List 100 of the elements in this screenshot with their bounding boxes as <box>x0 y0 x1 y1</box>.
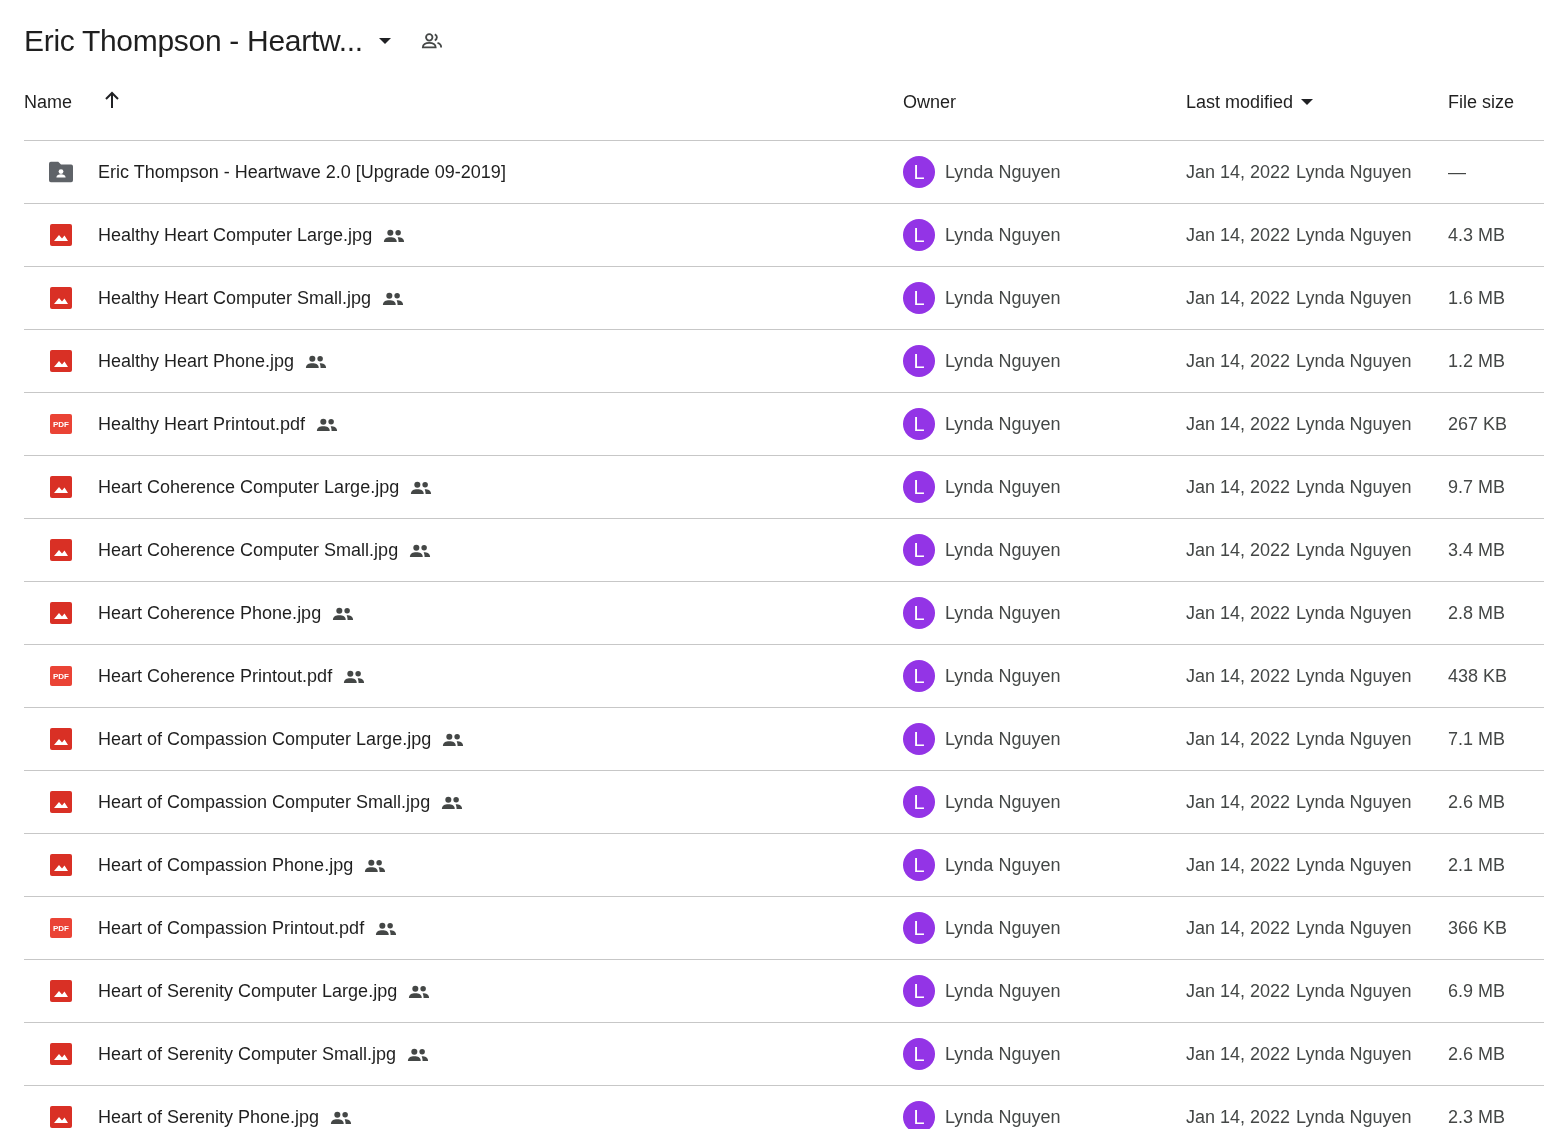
folder-title: Eric Thompson - Heartw... <box>24 24 363 58</box>
owner-avatar: L <box>903 1038 935 1070</box>
file-size: 6.9 MB <box>1448 980 1507 1002</box>
image-file-icon <box>49 791 73 813</box>
owner-column-header[interactable]: Owner <box>903 91 1186 113</box>
caret-icon[interactable] <box>378 38 391 44</box>
file-row[interactable]: Heart Coherence Computer Small.jpg L Lynda Nguyen Jan 14, 2022 Lynda Nguyen 3.4 MB <box>24 519 1544 582</box>
image-file-icon <box>49 602 73 624</box>
image-file-icon <box>49 224 73 246</box>
owner-avatar: L <box>903 786 935 818</box>
file-name[interactable]: Heart of Serenity Phone.jpg <box>98 1106 320 1128</box>
file-size: 9.7 MB <box>1448 476 1507 498</box>
modifier-name: Lynda Nguyen <box>1296 1106 1412 1128</box>
modified-date: Jan 14, 2022 <box>1186 1043 1291 1065</box>
file-name[interactable]: Heart Coherence Printout.pdf <box>98 665 333 687</box>
owner-name: Lynda Nguyen <box>945 413 1061 435</box>
file-size: 438 KB <box>1448 665 1509 687</box>
file-row[interactable]: Healthy Heart Computer Small.jpg L Lynda Nguyen Jan 14, 2022 Lynda Nguyen 1.6 MB <box>24 267 1544 330</box>
file-row[interactable]: Heart Coherence Computer Large.jpg L Lynda Nguyen Jan 14, 2022 Lynda Nguyen 9.7 MB <box>24 456 1544 519</box>
modified-date: Jan 14, 2022 <box>1186 791 1291 813</box>
modified-date: Jan 14, 2022 <box>1186 413 1291 435</box>
file-name[interactable]: Heart of Compassion Computer Large.jpg <box>98 728 432 750</box>
owner-name: Lynda Nguyen <box>945 224 1061 246</box>
owner-avatar: L <box>903 975 935 1007</box>
file-name[interactable]: Healthy Heart Computer Large.jpg <box>98 224 373 246</box>
modified-date: Jan 14, 2022 <box>1186 665 1291 687</box>
file-name[interactable]: Heart of Serenity Computer Large.jpg <box>98 980 398 1002</box>
file-name[interactable]: Heart Coherence Phone.jpg <box>98 602 322 624</box>
file-row[interactable]: Heart of Compassion Computer Large.jpg L Lynda Nguyen Jan 14, 2022 Lynda Nguyen 7.1 MB <box>24 708 1544 771</box>
owner-name: Lynda Nguyen <box>945 791 1061 813</box>
owner-avatar: L <box>903 345 935 377</box>
file-row[interactable]: Healthy Heart Phone.jpg L Lynda Nguyen Jan 14, 2022 Lynda Nguyen 1.2 MB <box>24 330 1544 393</box>
owner-avatar: L <box>903 156 935 188</box>
file-name[interactable]: Heart of Compassion Computer Small.jpg <box>98 791 431 813</box>
file-size: 3.4 MB <box>1448 539 1507 561</box>
file-row[interactable]: Heart of Serenity Phone.jpg L Lynda Nguyen Jan 14, 2022 Lynda Nguyen 2.3 MB <box>24 1086 1544 1129</box>
file-size: 2.1 MB <box>1448 854 1507 876</box>
owner-name: Lynda Nguyen <box>945 854 1061 876</box>
owner-name: Lynda Nguyen <box>945 539 1061 561</box>
owner-name: Lynda Nguyen <box>945 980 1061 1002</box>
owner-avatar: L <box>903 849 935 881</box>
file-row[interactable]: PDF Healthy Heart Printout.pdf L Lynda Nguyen Jan 14, 2022 Lynda Nguyen 267 KB <box>24 393 1544 456</box>
modified-date: Jan 14, 2022 <box>1186 980 1291 1002</box>
owner-avatar: L <box>903 282 935 314</box>
file-size: 2.6 MB <box>1448 791 1507 813</box>
file-name[interactable]: Healthy Heart Computer Small.jpg <box>98 287 372 309</box>
modified-date: Jan 14, 2022 <box>1186 728 1291 750</box>
file-row[interactable]: Heart of Serenity Computer Large.jpg L Lynda Nguyen Jan 14, 2022 Lynda Nguyen 6.9 MB <box>24 960 1544 1023</box>
image-file-icon <box>49 476 73 498</box>
owner-avatar: L <box>903 471 935 503</box>
modified-date: Jan 14, 2022 <box>1186 287 1291 309</box>
file-name[interactable]: Heart Coherence Computer Small.jpg <box>98 539 399 561</box>
modifier-name: Lynda Nguyen <box>1296 350 1412 372</box>
file-row[interactable]: Heart of Serenity Computer Small.jpg L Lynda Nguyen Jan 14, 2022 Lynda Nguyen 2.6 MB <box>24 1023 1544 1086</box>
owner-name: Lynda Nguyen <box>945 1043 1061 1065</box>
last-modified-column-header[interactable]: Last modified <box>1186 91 1294 113</box>
owner-avatar: L <box>903 408 935 440</box>
file-name[interactable]: Healthy Heart Phone.jpg <box>98 350 295 372</box>
owner-name: Lynda Nguyen <box>945 665 1061 687</box>
file-size: 1.2 MB <box>1448 350 1507 372</box>
file-row[interactable]: PDF Heart of Compassion Printout.pdf L Lynda Nguyen Jan 14, 2022 Lynda Nguyen 366 KB <box>24 897 1544 960</box>
modifier-name: Lynda Nguyen <box>1296 917 1412 939</box>
modified-date: Jan 14, 2022 <box>1186 224 1291 246</box>
modified-date: Jan 14, 2022 <box>1186 539 1291 561</box>
file-row[interactable]: PDF Heart Coherence Printout.pdf L Lynda Nguyen Jan 14, 2022 Lynda Nguyen 438 KB <box>24 645 1544 708</box>
caret-icon[interactable] <box>1301 99 1314 105</box>
pdf-file-icon: PDF <box>50 666 72 686</box>
owner-avatar: L <box>903 597 935 629</box>
file-name[interactable]: Healthy Heart Printout.pdf <box>98 413 306 435</box>
file-size: 267 KB <box>1448 413 1509 435</box>
file-size-column-header[interactable]: File size <box>1448 91 1544 113</box>
file-name[interactable]: Heart of Compassion Printout.pdf <box>98 917 365 939</box>
owner-avatar: L <box>903 660 935 692</box>
file-name[interactable]: Heart Coherence Computer Large.jpg <box>98 476 400 498</box>
owner-name: Lynda Nguyen <box>945 602 1061 624</box>
file-name[interactable]: Eric Thompson - Heartwave 2.0 [Upgrade 09-2019] <box>98 161 506 183</box>
file-row[interactable]: Eric Thompson - Heartwave 2.0 [Upgrade 09-2019] L Lynda Nguyen Jan 14, 2022 Lynda Nguyen — <box>24 141 1544 204</box>
modifier-name: Lynda Nguyen <box>1296 980 1412 1002</box>
modifier-name: Lynda Nguyen <box>1296 665 1412 687</box>
file-size: 2.6 MB <box>1448 1043 1507 1065</box>
owner-name: Lynda Nguyen <box>945 161 1061 183</box>
owner-avatar: L <box>903 534 935 566</box>
sort-up-arrow-icon[interactable] <box>104 91 120 109</box>
file-name[interactable]: Heart of Compassion Phone.jpg <box>98 854 354 876</box>
file-name[interactable]: Heart of Serenity Computer Small.jpg <box>98 1043 397 1065</box>
owner-name: Lynda Nguyen <box>945 476 1061 498</box>
file-row[interactable]: Heart of Compassion Phone.jpg L Lynda Nguyen Jan 14, 2022 Lynda Nguyen 2.1 MB <box>24 834 1544 897</box>
file-row[interactable]: Healthy Heart Computer Large.jpg L Lynda Nguyen Jan 14, 2022 Lynda Nguyen 4.3 MB <box>24 204 1544 267</box>
file-size: 7.1 MB <box>1448 728 1507 750</box>
modified-date: Jan 14, 2022 <box>1186 476 1291 498</box>
file-size: 2.3 MB <box>1448 1106 1507 1128</box>
modifier-name: Lynda Nguyen <box>1296 539 1412 561</box>
owner-name: Lynda Nguyen <box>945 917 1061 939</box>
owner-name: Lynda Nguyen <box>945 1106 1061 1128</box>
modifier-name: Lynda Nguyen <box>1296 224 1412 246</box>
file-row[interactable]: Heart Coherence Phone.jpg L Lynda Nguyen Jan 14, 2022 Lynda Nguyen 2.8 MB <box>24 582 1544 645</box>
name-column-header[interactable]: Name <box>24 91 72 113</box>
file-row[interactable]: Heart of Compassion Computer Small.jpg L Lynda Nguyen Jan 14, 2022 Lynda Nguyen 2.6 MB <box>24 771 1544 834</box>
modified-date: Jan 14, 2022 <box>1186 854 1291 876</box>
owner-avatar: L <box>903 912 935 944</box>
